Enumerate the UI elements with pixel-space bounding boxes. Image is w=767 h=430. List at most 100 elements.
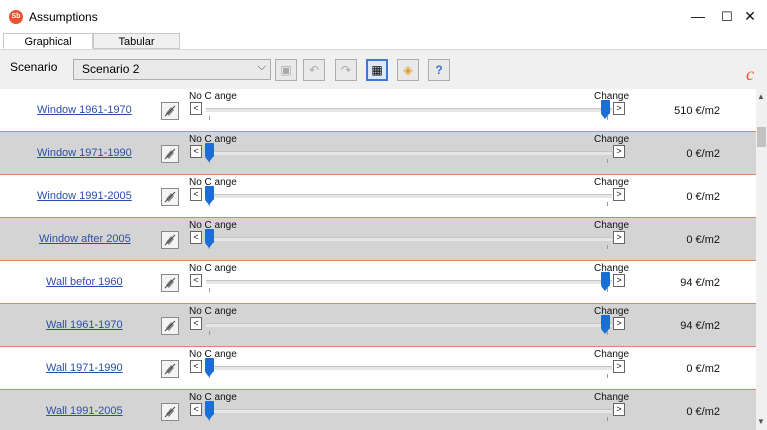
save-button[interactable]: ▣ <box>275 59 297 81</box>
assumption-row: Window 1991-2005 No C ange Change < >0 €/m2 <box>0 175 756 218</box>
slider-tick <box>607 245 608 249</box>
increase-button[interactable]: > <box>613 274 625 287</box>
close-button[interactable]: ✕ <box>733 0 767 33</box>
assumption-value: 510 €/m2 <box>674 105 720 117</box>
slider-thumb[interactable] <box>601 100 610 119</box>
assumption-link[interactable]: Wall 1961-1970 <box>46 319 123 331</box>
decrease-button[interactable]: < <box>190 274 202 287</box>
assumption-link[interactable]: Window after 2005 <box>39 233 131 245</box>
export-button[interactable]: ◈ <box>397 59 419 81</box>
title-bar: Sb Assumptions — ☐ ✕ <box>0 0 767 33</box>
eraser-icon <box>164 406 176 418</box>
slider-track[interactable] <box>206 280 612 284</box>
assumption-link[interactable]: Window 1991-2005 <box>37 190 132 202</box>
scroll-up-icon[interactable]: ▲ <box>757 92 765 101</box>
scenario-select[interactable]: Scenario 2 ⌵ <box>73 59 271 80</box>
slider-thumb[interactable] <box>205 229 214 248</box>
assumption-link[interactable]: Window 1961-1970 <box>37 104 132 116</box>
assumption-row: Wall befor 1960 No C ange Change < >94 €/m2 <box>0 261 756 304</box>
slider-tick <box>607 159 608 163</box>
reset-button[interactable] <box>161 145 179 163</box>
reset-button[interactable] <box>161 403 179 421</box>
reset-button[interactable] <box>161 360 179 378</box>
decrease-button[interactable]: < <box>190 102 202 115</box>
increase-button[interactable]: > <box>613 360 625 373</box>
change-label: Change <box>594 349 630 360</box>
slider-track[interactable] <box>206 194 612 198</box>
assumption-row: Wall 1971-1990 No C ange Change < >0 €/m2 <box>0 347 756 390</box>
slider-thumb[interactable] <box>205 358 214 377</box>
slider-track[interactable] <box>206 409 612 413</box>
slider-thumb[interactable] <box>601 315 610 334</box>
increase-button[interactable]: > <box>613 317 625 330</box>
redo-button[interactable]: ↷ <box>335 59 357 81</box>
chevron-down-icon: ⌵ <box>257 61 266 73</box>
slider-track[interactable] <box>206 323 612 327</box>
decrease-button[interactable]: < <box>190 317 202 330</box>
decrease-button[interactable]: < <box>190 145 202 158</box>
change-label: Change <box>594 392 630 403</box>
app-logo-icon: Sb <box>9 10 23 24</box>
assumption-value: 0 €/m2 <box>686 406 720 418</box>
assumption-row: Window 1971-1990 No C ange Change < >0 €/m2 <box>0 132 756 175</box>
undo-button[interactable]: ↶ <box>303 59 325 81</box>
assumption-value: 94 €/m2 <box>680 320 720 332</box>
decrease-button[interactable]: < <box>190 403 202 416</box>
reset-button[interactable] <box>161 188 179 206</box>
scrollbar-thumb[interactable] <box>757 127 766 147</box>
decrease-button[interactable]: < <box>190 360 202 373</box>
slider-track[interactable] <box>206 108 612 112</box>
reset-button[interactable] <box>161 274 179 292</box>
increase-button[interactable]: > <box>613 231 625 244</box>
slider-thumb[interactable] <box>205 401 214 420</box>
increase-button[interactable]: > <box>613 188 625 201</box>
undo-icon: ↶ <box>308 63 320 77</box>
assumption-row: Window 1961-1970 No C ange Change < >510 €/m… <box>0 89 756 132</box>
eraser-icon <box>164 105 176 117</box>
view-tabs: Graphical Tabular <box>0 33 767 49</box>
increase-button[interactable]: > <box>613 102 625 115</box>
help-icon: ? <box>435 63 443 77</box>
assumption-link[interactable]: Window 1971-1990 <box>37 147 132 159</box>
save-icon: ▣ <box>280 63 292 77</box>
slider-thumb[interactable] <box>601 272 610 291</box>
assumption-link[interactable]: Wall 1991-2005 <box>46 405 123 417</box>
assumption-list: Window 1961-1970 No C ange Change < >510 €/m… <box>0 89 756 430</box>
reset-button[interactable] <box>161 231 179 249</box>
slider-track[interactable] <box>206 237 612 241</box>
slider-tick <box>607 202 608 206</box>
eraser-icon <box>164 363 176 375</box>
slider-tick <box>209 331 210 335</box>
change-label: Change <box>594 220 630 231</box>
change-label: Change <box>594 306 630 317</box>
assumption-row: Wall 1991-2005 No C ange Change < >0 €/m2 <box>0 390 756 430</box>
change-label: Change <box>594 91 630 102</box>
reset-button[interactable] <box>161 317 179 335</box>
window-title: Assumptions <box>29 10 98 24</box>
change-label: Change <box>594 263 630 274</box>
scroll-down-icon[interactable]: ▼ <box>757 417 765 426</box>
increase-button[interactable]: > <box>613 403 625 416</box>
eraser-icon <box>164 277 176 289</box>
change-label: Change <box>594 177 630 188</box>
tab-tabular[interactable]: Tabular <box>93 33 180 49</box>
slider-thumb[interactable] <box>205 186 214 205</box>
increase-button[interactable]: > <box>613 145 625 158</box>
slider-thumb[interactable] <box>205 143 214 162</box>
decrease-button[interactable]: < <box>190 231 202 244</box>
slider-track[interactable] <box>206 151 612 155</box>
assumption-link[interactable]: Wall befor 1960 <box>46 276 123 288</box>
decrease-button[interactable]: < <box>190 188 202 201</box>
reset-button[interactable] <box>161 102 179 120</box>
export-icon: ◈ <box>403 63 413 77</box>
toolbar: Scenario Scenario 2 ⌵ ▣ ↶ ↷ ▦ ◈? c <box>0 49 767 90</box>
calculator-icon: ▦ <box>371 63 383 77</box>
slider-track[interactable] <box>206 366 612 370</box>
vertical-scrollbar[interactable]: ▲ ▼ <box>756 89 767 430</box>
slider-tick <box>607 374 608 378</box>
tab-graphical[interactable]: Graphical <box>3 33 93 49</box>
change-label: Change <box>594 134 630 145</box>
assumption-link[interactable]: Wall 1971-1990 <box>46 362 123 374</box>
calculator-button[interactable]: ▦ <box>366 59 388 81</box>
help-button[interactable]: ? <box>428 59 450 81</box>
